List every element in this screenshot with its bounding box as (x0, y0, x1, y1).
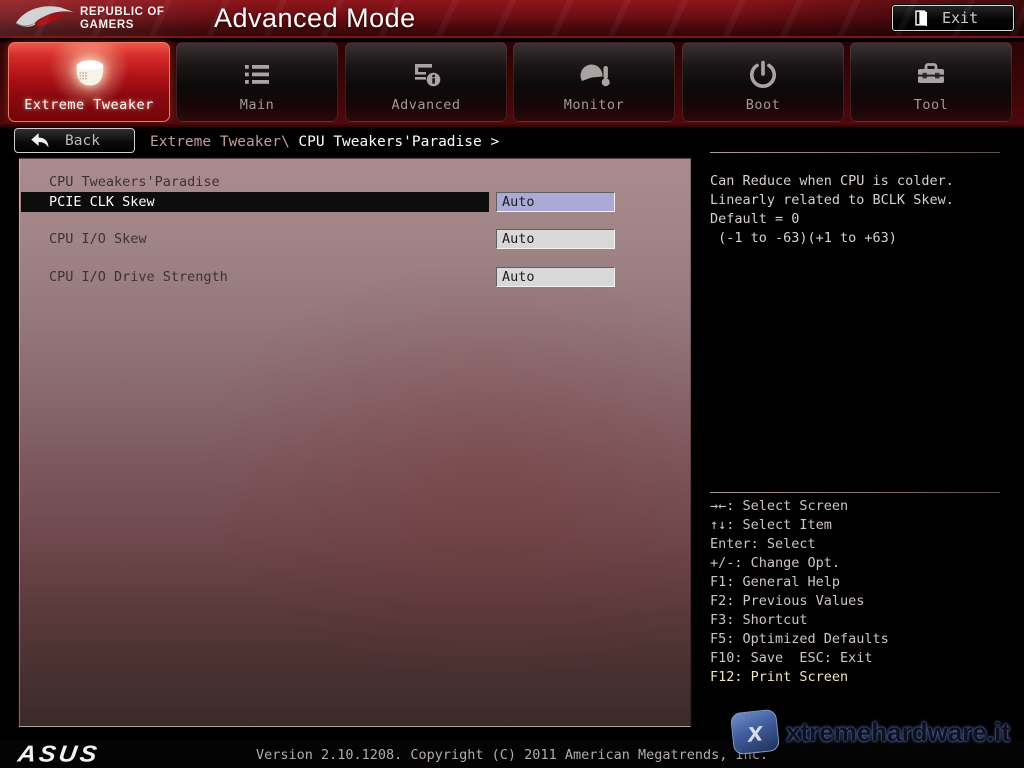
power-icon (683, 57, 843, 93)
setting-row-pcie-clk-skew[interactable]: PCIE CLK Skew Auto (21, 192, 691, 212)
section-title: CPU Tweakers'Paradise (49, 174, 220, 190)
tab-label: Tool (851, 97, 1011, 113)
brand-line2: GAMERS (80, 19, 165, 32)
setting-value-dropdown[interactable]: Auto (496, 192, 615, 212)
rog-eye-logo-icon (14, 2, 76, 36)
shortcut-line: ↑↓: Select Item (710, 516, 1010, 535)
window-info-icon (346, 57, 506, 93)
back-button[interactable]: Back (14, 128, 135, 153)
keyboard-shortcuts-block: →←: Select Screen ↑↓: Select Item Enter:… (710, 497, 1010, 687)
tab-advanced[interactable]: Advanced (345, 42, 507, 122)
back-arrow-icon (29, 131, 51, 150)
exit-label: Exit (942, 9, 978, 27)
tab-tool[interactable]: Tool (850, 42, 1012, 122)
list-icon (177, 57, 337, 93)
breadcrumb-parent[interactable]: Extreme Tweaker\ (150, 134, 298, 150)
help-separator (710, 152, 1000, 153)
help-text-block: Can Reduce when CPU is colder. Linearly … (710, 172, 1010, 248)
shortcuts-separator (710, 492, 1000, 493)
tab-strip: Extreme Tweaker Main (0, 42, 1024, 122)
watermark-x-badge-icon: x (730, 709, 780, 756)
gauge-thermometer-icon (514, 57, 674, 93)
exit-button[interactable]: Exit (892, 5, 1014, 31)
page-title: Advanced Mode (214, 3, 416, 34)
brand-line1: REPUBLIC OF (80, 6, 165, 19)
setting-row-cpu-io-skew[interactable]: CPU I/O Skew Auto (21, 229, 691, 249)
exit-door-icon (913, 8, 930, 28)
setting-label: CPU I/O Skew (21, 229, 489, 249)
tab-monitor[interactable]: Monitor (513, 42, 675, 122)
setting-value-dropdown[interactable]: Auto (496, 229, 615, 249)
shortcut-line: F3: Shortcut (710, 611, 1010, 630)
shortcut-line: F10: Save ESC: Exit (710, 649, 1010, 668)
tab-label: Boot (683, 97, 843, 113)
shortcut-line: F1: General Help (710, 573, 1010, 592)
shortcut-line: Enter: Select (710, 535, 1010, 554)
back-label: Back (65, 133, 100, 149)
watermark-text: xtremehardware.it (786, 717, 1010, 748)
help-line: (-1 to -63)(+1 to +63) (710, 229, 1010, 248)
tab-main[interactable]: Main (176, 42, 338, 122)
tab-label: Extreme Tweaker (9, 97, 169, 113)
breadcrumb: Extreme Tweaker\ CPU Tweakers'Paradise > (150, 134, 499, 150)
tweaker-knob-icon (9, 57, 169, 93)
help-line: Can Reduce when CPU is colder. (710, 172, 1010, 191)
help-line: Linearly related to BCLK Skew. (710, 191, 1010, 210)
tab-extreme-tweaker[interactable]: Extreme Tweaker (8, 42, 170, 122)
brand-text: REPUBLIC OF GAMERS (80, 6, 165, 32)
tab-label: Main (177, 97, 337, 113)
setting-value-dropdown[interactable]: Auto (496, 267, 615, 287)
setting-label: PCIE CLK Skew (21, 192, 489, 212)
shortcut-line-print-screen: F12: Print Screen (710, 668, 1010, 687)
toolbox-icon (851, 57, 1011, 93)
setting-row-cpu-io-drive-strength[interactable]: CPU I/O Drive Strength Auto (21, 267, 691, 287)
shortcut-line: F2: Previous Values (710, 592, 1010, 611)
watermark: x xtremehardware.it (726, 705, 1022, 759)
shortcut-line: →←: Select Screen (710, 497, 1010, 516)
help-line: Default = 0 (710, 210, 1010, 229)
breadcrumb-current: CPU Tweakers'Paradise > (298, 134, 499, 150)
settings-panel: CPU Tweakers'Paradise PCIE CLK Skew Auto… (18, 157, 692, 728)
bios-advanced-mode-screen: REPUBLIC OF GAMERS Advanced Mode Exit (0, 0, 1024, 768)
tab-boot[interactable]: Boot (682, 42, 844, 122)
shortcut-line: F5: Optimized Defaults (710, 630, 1010, 649)
shortcut-line: +/-: Change Opt. (710, 554, 1010, 573)
tab-label: Monitor (514, 97, 674, 113)
setting-label: CPU I/O Drive Strength (21, 267, 489, 287)
tab-label: Advanced (346, 97, 506, 113)
top-header-bar: REPUBLIC OF GAMERS Advanced Mode Exit (0, 0, 1024, 38)
